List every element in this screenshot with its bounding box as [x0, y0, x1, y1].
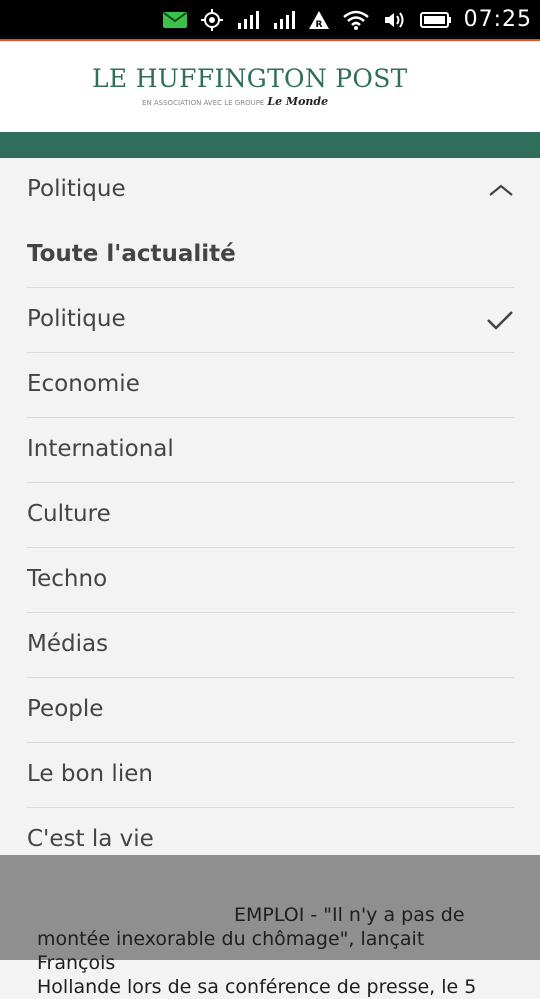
menu-item-label: International	[27, 436, 174, 462]
dimmed-article-overlay[interactable]: EMPLOI - "Il n'y a pas de montée inexora…	[0, 855, 540, 998]
app-header: LE HUFFINGTON POST EN ASSOCIATION AVEC L…	[0, 41, 540, 132]
signal-2-icon	[272, 10, 296, 30]
menu-item-label: Médias	[27, 631, 109, 657]
menu-item-label: Le bon lien	[27, 761, 153, 787]
menu-item-techno[interactable]: Techno	[27, 547, 514, 612]
signal-1-icon	[236, 10, 260, 30]
menu-item-label: Politique	[27, 306, 126, 332]
logo-partner: Le Monde	[267, 95, 329, 108]
menu-item-people[interactable]: People	[27, 677, 514, 742]
article-line: Hollande lors de sa conférence de presse…	[37, 976, 477, 998]
dropdown-header[interactable]: Politique	[0, 158, 540, 223]
current-section-label: Politique	[27, 176, 126, 202]
menu-item-cest-la-vie[interactable]: C'est la vie	[27, 807, 514, 855]
status-bar: R 07:25	[0, 0, 540, 41]
location-icon	[200, 8, 224, 32]
menu-item-label: Techno	[27, 566, 108, 592]
menu-item-label: Economie	[27, 371, 140, 397]
menu-item-label: Toute l'actualité	[27, 241, 236, 267]
status-icons: R 07:25	[162, 0, 532, 39]
menu-item-politique[interactable]: Politique	[27, 287, 514, 352]
battery-icon	[419, 11, 452, 29]
menu-item-toute-actualite[interactable]: Toute l'actualité	[27, 223, 514, 287]
section-dropdown: Politique Toute l'actualité Politique Ec…	[0, 158, 540, 855]
menu-item-culture[interactable]: Culture	[27, 482, 514, 547]
section-bar	[0, 132, 540, 158]
menu-item-economie[interactable]: Economie	[27, 352, 514, 417]
menu-item-international[interactable]: International	[27, 417, 514, 482]
menu-item-label: C'est la vie	[27, 826, 154, 852]
menu-item-medias[interactable]: Médias	[27, 612, 514, 677]
menu-item-le-bon-lien[interactable]: Le bon lien	[27, 742, 514, 807]
menu-item-label: Culture	[27, 501, 111, 527]
chevron-up-icon[interactable]	[488, 182, 514, 198]
volume-icon	[382, 10, 408, 30]
roaming-icon: R	[308, 10, 330, 30]
logo-subtitle: EN ASSOCIATION AVEC LE GROUPE Le Monde	[142, 95, 328, 108]
article-line: EMPLOI - "Il n'y a pas de	[234, 904, 465, 926]
logo-title: LE HUFFINGTON POST	[92, 64, 408, 93]
svg-text:R: R	[315, 20, 322, 30]
article-line: montée inexorable du chômage", lançait F…	[37, 928, 425, 974]
site-logo[interactable]: LE HUFFINGTON POST EN ASSOCIATION AVEC L…	[92, 64, 408, 109]
menu-item-label: People	[27, 696, 104, 722]
wifi-icon	[342, 9, 370, 31]
email-icon	[162, 11, 188, 29]
checkmark-icon	[487, 311, 513, 330]
article-preview: EMPLOI - "Il n'y a pas de montée inexora…	[37, 903, 507, 999]
logo-subtitle-text: EN ASSOCIATION AVEC LE GROUPE	[142, 99, 265, 107]
clock: 07:25	[463, 7, 532, 32]
